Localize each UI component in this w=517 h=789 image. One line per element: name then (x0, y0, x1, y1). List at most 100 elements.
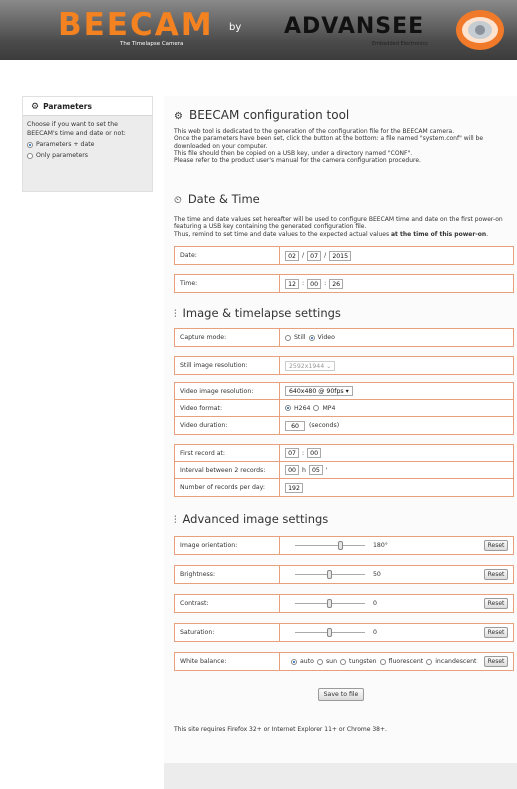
option-parameters-date[interactable]: Parameters + date (27, 140, 148, 149)
date-row: Date: 02/ 07/ 2015 (175, 247, 513, 264)
radio-video-label: Video (317, 334, 335, 341)
datetime-line2-end: . (486, 230, 489, 238)
radio-h264[interactable] (285, 405, 291, 411)
still-res-select[interactable]: 2592x1944 ⌄ (285, 360, 336, 371)
gear-icon: ⚙ (174, 111, 183, 122)
still-res-label: Still image resolution: (180, 362, 248, 369)
datetime-heading: ⏲ Date & Time (174, 192, 260, 206)
time-min-input[interactable]: 00 (307, 278, 322, 289)
orientation-box: Image orientation: 180° Reset (174, 536, 514, 555)
page-header: BEECAM The Timelapse Camera by ADVANSEE … (0, 0, 517, 60)
orientation-reset-button[interactable]: Reset (484, 540, 508, 551)
wb-sun-label: sun (325, 658, 338, 665)
interval-hour-unit: h (302, 466, 306, 474)
sliders-icon: ⫶ (174, 309, 177, 320)
datetime-line: The time and date values set hereafter w… (174, 216, 503, 231)
video-duration-input[interactable]: 60 (285, 420, 305, 431)
option-only-parameters-label: Only parameters (36, 152, 89, 159)
intro-line: Please refer to the product user's manua… (174, 157, 421, 165)
main-panel: ⚙ BEECAM configuration tool This web tool… (164, 96, 517, 789)
radio-still-label: Still (294, 334, 306, 341)
parameters-sidebar: ⚙ Parameters Choose if you want to set th… (22, 96, 153, 192)
datetime-line2: Thus, remind to set time and date values… (174, 230, 391, 238)
intro-text: This web tool is dedicated to the genera… (174, 128, 514, 164)
contrast-label: Contrast: (180, 600, 209, 607)
records-per-day-value: 192 (285, 482, 303, 493)
radio-only-parameters[interactable] (27, 152, 33, 159)
orientation-label: Image orientation: (180, 542, 238, 549)
radio-still[interactable] (285, 334, 291, 341)
first-record-min-input[interactable]: 00 (307, 448, 322, 458)
sidebar-title-text: Parameters (43, 102, 92, 111)
intro-line: This web tool is dedicated to the genera… (174, 128, 455, 135)
video-duration-unit: (seconds) (309, 422, 340, 429)
video-box: Video image resolution: 640x480 @ 90fps … (174, 382, 514, 435)
brightness-row: Brightness: 50 Reset (175, 566, 513, 583)
saturation-slider-thumb[interactable] (327, 628, 332, 637)
contrast-value: 0 (373, 600, 377, 607)
brightness-slider[interactable] (295, 570, 365, 579)
video-duration-label: Video duration: (180, 422, 228, 429)
radio-wb-sun[interactable] (316, 658, 323, 665)
advanced-heading-text: Advanced image settings (182, 512, 329, 526)
orientation-slider[interactable] (295, 541, 365, 550)
radio-wb-incandescent[interactable] (426, 658, 433, 665)
chevron-down-icon: ⌄ (326, 362, 332, 370)
page-title-text: BEECAM configuration tool (188, 108, 350, 122)
interval-hour-input[interactable]: 00 (285, 465, 299, 475)
radio-h264-label: H264 (294, 404, 311, 412)
capture-row: Capture mode: Still Video (175, 329, 513, 346)
brightness-slider-thumb[interactable] (327, 570, 332, 579)
date-month-input[interactable]: 07 (307, 250, 322, 261)
radio-wb-auto[interactable] (291, 658, 297, 665)
still-res-row: Still image resolution: 2592x1944 ⌄ (175, 357, 513, 374)
wb-incandescent-label: incandescent (435, 658, 477, 665)
page-title: ⚙ BEECAM configuration tool (174, 108, 349, 122)
interval-min-input[interactable]: 05 (308, 465, 323, 475)
wb-tungsten-label: tungsten (349, 658, 377, 665)
video-res-select[interactable]: 640x480 @ 90fps ▾ (285, 386, 353, 396)
radio-mp4[interactable] (313, 405, 320, 411)
radio-video[interactable] (308, 334, 315, 341)
saturation-value: 0 (373, 629, 377, 636)
brightness-reset-button[interactable]: Reset (484, 569, 508, 580)
datetime-line: Thus, remind to set time and date values… (174, 231, 514, 238)
by-text: by (229, 22, 242, 33)
first-record-label: First record at: (180, 449, 226, 457)
beecam-tagline: The Timelapse Camera (120, 41, 184, 47)
saturation-reset-button[interactable]: Reset (484, 627, 508, 638)
first-record-hour-input[interactable]: 07 (285, 448, 299, 458)
intro-line: This file should then be copied on a USB… (174, 149, 413, 157)
time-row: Time: 12: 00: 26 (175, 275, 513, 292)
contrast-slider[interactable] (295, 599, 365, 608)
advansee-logo-wordmark: ADVANSEE (284, 14, 425, 39)
date-year-input[interactable]: 2015 (329, 250, 352, 261)
time-hour-input[interactable]: 12 (285, 278, 299, 289)
contrast-slider-thumb[interactable] (327, 599, 332, 608)
browser-requirements: This site requires Firefox 32+ or Intern… (174, 726, 387, 733)
white-balance-reset-button[interactable]: Reset (484, 656, 508, 667)
video-format-row: Video format: H264 MP4 (175, 400, 513, 417)
contrast-box: Contrast: 0 Reset (174, 594, 514, 613)
clock-icon: ⏲ (174, 195, 182, 206)
advansee-tagline: Embedded Electronics (372, 41, 428, 47)
radio-mp4-label: MP4 (322, 404, 336, 412)
contrast-row: Contrast: 0 Reset (175, 595, 513, 612)
radio-wb-fluorescent[interactable] (379, 658, 386, 665)
time-sec-input[interactable]: 26 (329, 278, 344, 289)
option-only-parameters[interactable]: Only parameters (27, 151, 148, 160)
saturation-slider[interactable] (295, 628, 365, 637)
save-to-file-button[interactable]: Save to file (318, 688, 364, 701)
radio-parameters-date[interactable] (27, 141, 33, 148)
saturation-row: Saturation: 0 Reset (175, 624, 513, 641)
eye-logo-icon (456, 10, 504, 50)
still-res-value: 2592x1944 (289, 362, 325, 370)
radio-wb-tungsten[interactable] (340, 658, 347, 665)
contrast-reset-button[interactable]: Reset (484, 598, 508, 609)
image-heading: ⫶ Image & timelapse settings (174, 306, 341, 320)
beecam-logo-wordmark: BEECAM (58, 7, 214, 43)
datetime-text: The time and date values set hereafter w… (174, 216, 514, 238)
time-label: Time: (180, 280, 198, 287)
orientation-slider-thumb[interactable] (337, 541, 343, 550)
date-day-input[interactable]: 02 (285, 250, 299, 261)
